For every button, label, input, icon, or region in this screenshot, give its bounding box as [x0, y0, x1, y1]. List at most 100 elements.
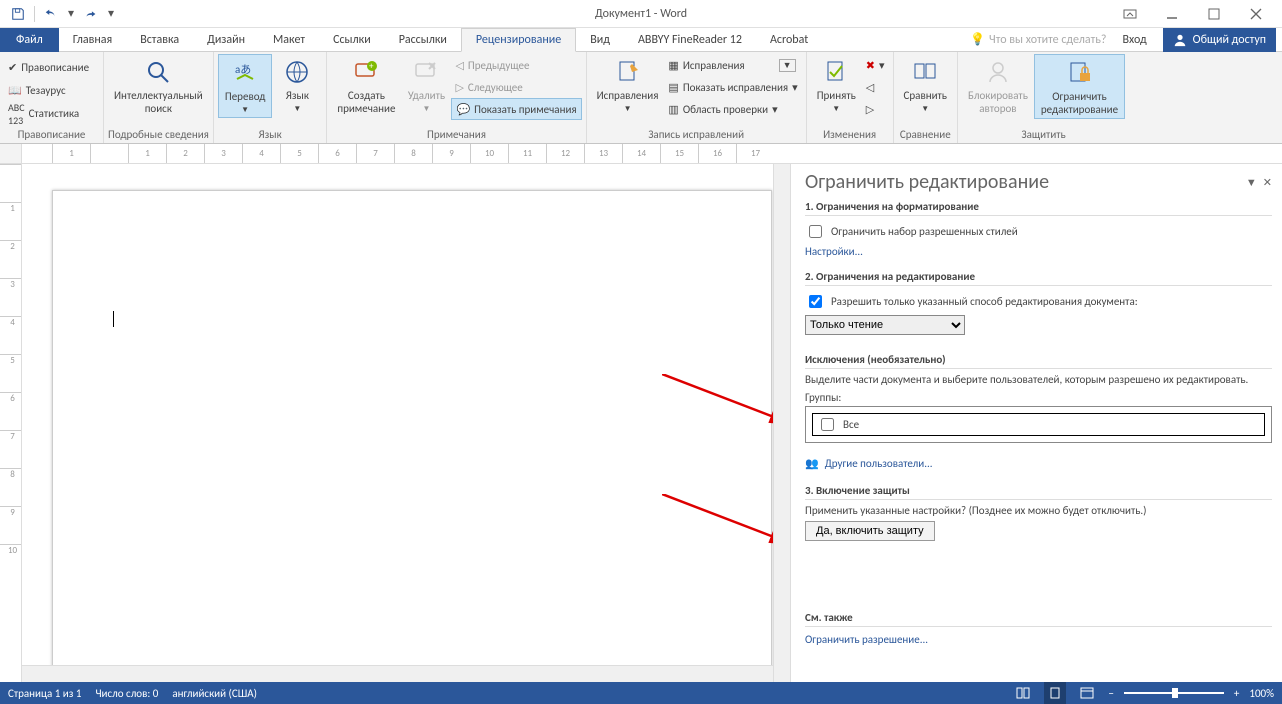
maximize-icon[interactable] [1196, 2, 1232, 26]
markup-mode-dropdown[interactable]: ▦Исправления▼ [664, 54, 801, 76]
delete-comment-button[interactable]: Удалить▼ [401, 54, 451, 116]
prev-change-icon: ◁ [866, 81, 874, 94]
allow-editing-checkbox[interactable] [809, 295, 822, 308]
next-comment-button[interactable]: ▷Следующее [451, 76, 581, 98]
track-changes-button[interactable]: Исправления▼ [591, 54, 665, 116]
next-change-button[interactable]: ▷ [862, 98, 889, 120]
reviewing-pane-button[interactable]: ▥Область проверки ▾ [664, 98, 801, 120]
smart-lookup-button[interactable]: Интеллектуальный поиск [108, 54, 209, 117]
redo-icon[interactable] [79, 2, 103, 26]
exceptions-heading: Исключения (необязательно) [805, 353, 1272, 366]
section3-heading: 3. Включение защиты [805, 484, 1272, 500]
show-comments-button[interactable]: 💬Показать примечания [451, 98, 581, 120]
accept-button[interactable]: Принять▼ [811, 54, 862, 116]
comment-new-icon: + [350, 56, 382, 88]
tab-abbyy[interactable]: ABBYY FineReader 12 [624, 28, 756, 51]
tab-acrobat[interactable]: Acrobat [756, 28, 822, 51]
group-all-checkbox[interactable] [821, 418, 834, 431]
tab-design[interactable]: Дизайн [193, 28, 259, 51]
vertical-scrollbar[interactable] [773, 164, 790, 682]
thesaurus-button[interactable]: 📖Тезаурус [4, 80, 70, 102]
pane-options-icon[interactable]: ▼ [1246, 176, 1257, 189]
tell-me-label: Что вы хотите сделать? [989, 33, 1106, 47]
group-comments: + Создать примечание Удалить▼ ◁Предыдуще… [327, 52, 586, 143]
status-page[interactable]: Страница 1 из 1 [8, 687, 81, 700]
group-insights: Интеллектуальный поиск Подробные сведени… [104, 52, 214, 143]
tab-layout[interactable]: Макет [259, 28, 319, 51]
horizontal-scrollbar[interactable] [22, 665, 773, 682]
group-protect-label: Защитить [962, 127, 1125, 143]
svg-text:aあ: aあ [235, 63, 251, 76]
share-button[interactable]: Общий доступ [1163, 28, 1276, 52]
minimize-icon[interactable] [1154, 2, 1190, 26]
start-protection-button[interactable]: Да, включить защиту [805, 521, 935, 541]
restrict-editing-button[interactable]: Ограничить редактирование [1034, 54, 1125, 119]
zoom-in-icon[interactable]: + [1234, 687, 1239, 700]
zoom-out-icon[interactable]: − [1108, 687, 1113, 700]
zoom-level[interactable]: 100% [1249, 687, 1274, 700]
more-users-link[interactable]: 👥 Другие пользователи... [805, 455, 1272, 472]
tab-home[interactable]: Главная [59, 28, 126, 51]
print-layout-icon[interactable] [1044, 682, 1066, 704]
web-layout-icon[interactable] [1076, 682, 1098, 704]
show-markup-button[interactable]: ▤Показать исправления ▾ [664, 76, 801, 98]
block-authors-button[interactable]: Блокировать авторов [962, 54, 1034, 117]
prev-icon: ◁ [455, 59, 463, 72]
allow-editing-label: Разрешить только указанный способ редакт… [831, 295, 1138, 308]
undo-icon[interactable] [39, 2, 63, 26]
restrict-permission-link[interactable]: Ограничить разрешение... [805, 631, 1272, 648]
tab-review[interactable]: Рецензирование [461, 28, 576, 52]
reject-icon: ✖ [866, 59, 875, 72]
editing-mode-select[interactable]: Только чтение [805, 315, 965, 335]
users-icon: 👥 [805, 457, 819, 470]
lightbulb-icon: 💡 [970, 32, 985, 47]
read-mode-icon[interactable] [1012, 682, 1034, 704]
vertical-ruler[interactable]: 12345678910 [0, 164, 22, 682]
horizontal-ruler[interactable]: 11234567891011121314151617 [0, 144, 1282, 164]
prev-change-button[interactable]: ◁ [862, 76, 889, 98]
group-compare: Сравнить▼ Сравнение [894, 52, 958, 143]
file-tab[interactable]: Файл [0, 28, 59, 52]
ribbon-display-icon[interactable] [1112, 2, 1148, 26]
new-comment-button[interactable]: + Создать примечание [331, 54, 401, 117]
next-change-icon: ▷ [866, 103, 874, 116]
qat-customize-icon[interactable]: ▾ [105, 2, 117, 26]
tab-references[interactable]: Ссылки [319, 28, 385, 51]
language-button[interactable]: Язык▼ [272, 54, 322, 116]
groups-box: Все [805, 406, 1272, 443]
ruler-corner [0, 144, 22, 163]
spelling-button[interactable]: ✔Правописание [4, 57, 93, 79]
window-controls [1112, 0, 1282, 27]
book-icon: 📖 [8, 84, 22, 97]
document-area[interactable] [22, 164, 773, 682]
tab-insert[interactable]: Вставка [126, 28, 193, 51]
accept-icon [820, 56, 852, 88]
prev-comment-button[interactable]: ◁Предыдущее [451, 54, 581, 76]
login-link[interactable]: Вход [1114, 33, 1154, 47]
tab-view[interactable]: Вид [576, 28, 624, 51]
next-icon: ▷ [455, 81, 463, 94]
language-icon [281, 56, 313, 88]
group-changes: Принять▼ ✖▾ ◁ ▷ Изменения [807, 52, 894, 143]
zoom-slider[interactable] [1124, 692, 1224, 694]
limit-formatting-checkbox[interactable] [809, 225, 822, 238]
group-tracking: Исправления▼ ▦Исправления▼ ▤Показать исп… [587, 52, 807, 143]
translate-button[interactable]: aあ Перевод▼ [218, 54, 272, 118]
status-words[interactable]: Число слов: 0 [95, 687, 158, 700]
group-compare-label: Сравнение [898, 127, 953, 143]
save-icon[interactable] [6, 2, 30, 26]
undo-dropdown-icon[interactable]: ▾ [65, 2, 77, 26]
status-language[interactable]: английский (США) [172, 687, 257, 700]
compare-button[interactable]: Сравнить▼ [898, 54, 953, 116]
reject-button[interactable]: ✖▾ [862, 54, 889, 76]
section2-heading: 2. Ограничения на редактирование [805, 270, 1272, 286]
statistics-button[interactable]: ABC123Статистика [4, 103, 83, 125]
settings-link[interactable]: Настройки... [805, 243, 1272, 260]
group-language-label: Язык [218, 127, 322, 143]
pane-close-icon[interactable]: ✕ [1263, 176, 1272, 189]
tab-mailings[interactable]: Рассылки [385, 28, 461, 51]
restrict-editing-pane: Ограничить редактирование ▼ ✕ 1. Огранич… [790, 164, 1282, 682]
close-icon[interactable] [1238, 2, 1274, 26]
tell-me-search[interactable]: 💡 Что вы хотите сделать? [970, 32, 1106, 47]
stats-icon: ABC123 [8, 101, 25, 127]
